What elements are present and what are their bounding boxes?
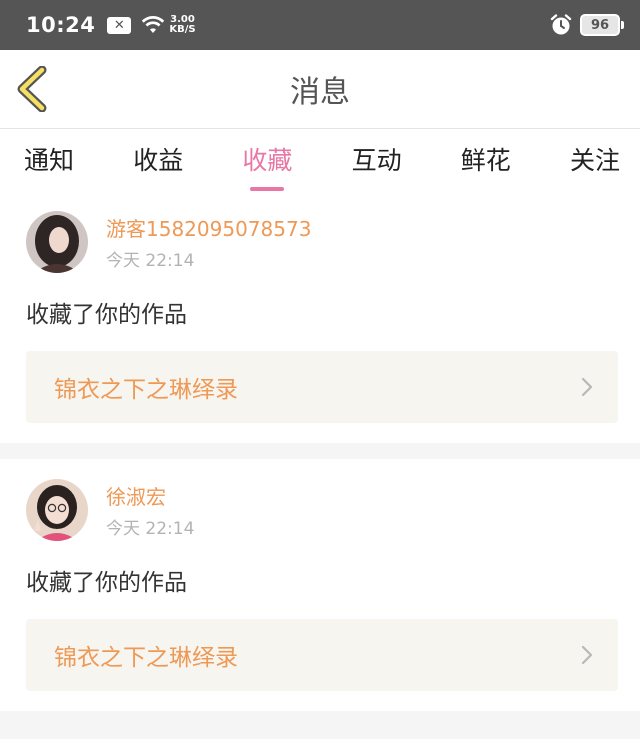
tab-earnings[interactable]: 收益: [133, 129, 183, 177]
chevron-right-icon: [581, 645, 593, 665]
username[interactable]: 游客1582095078573: [106, 213, 311, 242]
work-title: 锦衣之下之琳绎录: [54, 377, 238, 403]
tab-label: 通知: [24, 146, 75, 175]
message-action: 收藏了你的作品: [26, 302, 187, 328]
alarm-icon: [550, 14, 572, 35]
network-speed: 3.00 KB/S: [169, 15, 195, 35]
message-meta: 徐淑宏 今天 22:14: [106, 481, 194, 539]
tab-bar: 通知 收益 收藏 互动 鲜花 关注: [0, 129, 640, 191]
back-chevron-icon[interactable]: [14, 66, 54, 112]
work-link[interactable]: 锦衣之下之琳绎录: [26, 619, 618, 691]
battery-icon: 96: [580, 14, 624, 36]
notification-icon: ✕: [107, 16, 132, 34]
tab-underline: [250, 187, 285, 191]
tab-label: 收益: [133, 146, 184, 175]
avatar[interactable]: [26, 479, 88, 541]
message-header: 徐淑宏 今天 22:14: [26, 479, 618, 541]
message-action: 收藏了你的作品: [26, 570, 187, 596]
tab-label: 互动: [351, 146, 402, 175]
status-time: 10:24: [26, 13, 96, 37]
work-title: 锦衣之下之琳绎录: [54, 645, 238, 671]
avatar[interactable]: [26, 211, 88, 273]
message-card: 徐淑宏 今天 22:14 收藏了你的作品 锦衣之下之琳绎录: [0, 459, 640, 711]
page-title: 消息: [290, 75, 350, 110]
page-header: 消息: [0, 50, 640, 129]
tab-notification[interactable]: 通知: [24, 129, 74, 177]
tab-interactions[interactable]: 互动: [352, 129, 402, 177]
tab-label: 收藏: [242, 146, 293, 175]
username[interactable]: 徐淑宏: [106, 481, 194, 510]
status-bar-left: 10:24 ✕ 3.00 KB/S: [26, 13, 196, 37]
message-card: 游客1582095078573 今天 22:14 收藏了你的作品 锦衣之下之琳绎…: [0, 191, 640, 443]
network-speed-unit: KB/S: [169, 24, 196, 35]
message-time: 今天 22:14: [106, 519, 195, 539]
message-meta: 游客1582095078573 今天 22:14: [106, 213, 311, 271]
tab-following[interactable]: 关注: [570, 129, 620, 177]
chevron-right-icon: [581, 377, 593, 397]
tab-favorites[interactable]: 收藏: [242, 129, 293, 191]
wifi-icon: [142, 16, 165, 33]
tab-flowers[interactable]: 鲜花: [461, 129, 511, 177]
tab-label: 鲜花: [460, 146, 511, 175]
status-bar-right: 96: [550, 14, 624, 36]
message-list: 游客1582095078573 今天 22:14 收藏了你的作品 锦衣之下之琳绎…: [0, 191, 640, 711]
battery-level: 96: [590, 17, 610, 33]
work-link[interactable]: 锦衣之下之琳绎录: [26, 351, 618, 423]
message-header: 游客1582095078573 今天 22:14: [26, 211, 618, 273]
status-bar: 10:24 ✕ 3.00 KB/S 96: [0, 0, 640, 50]
tab-label: 关注: [569, 146, 620, 175]
message-time: 今天 22:14: [106, 251, 195, 271]
